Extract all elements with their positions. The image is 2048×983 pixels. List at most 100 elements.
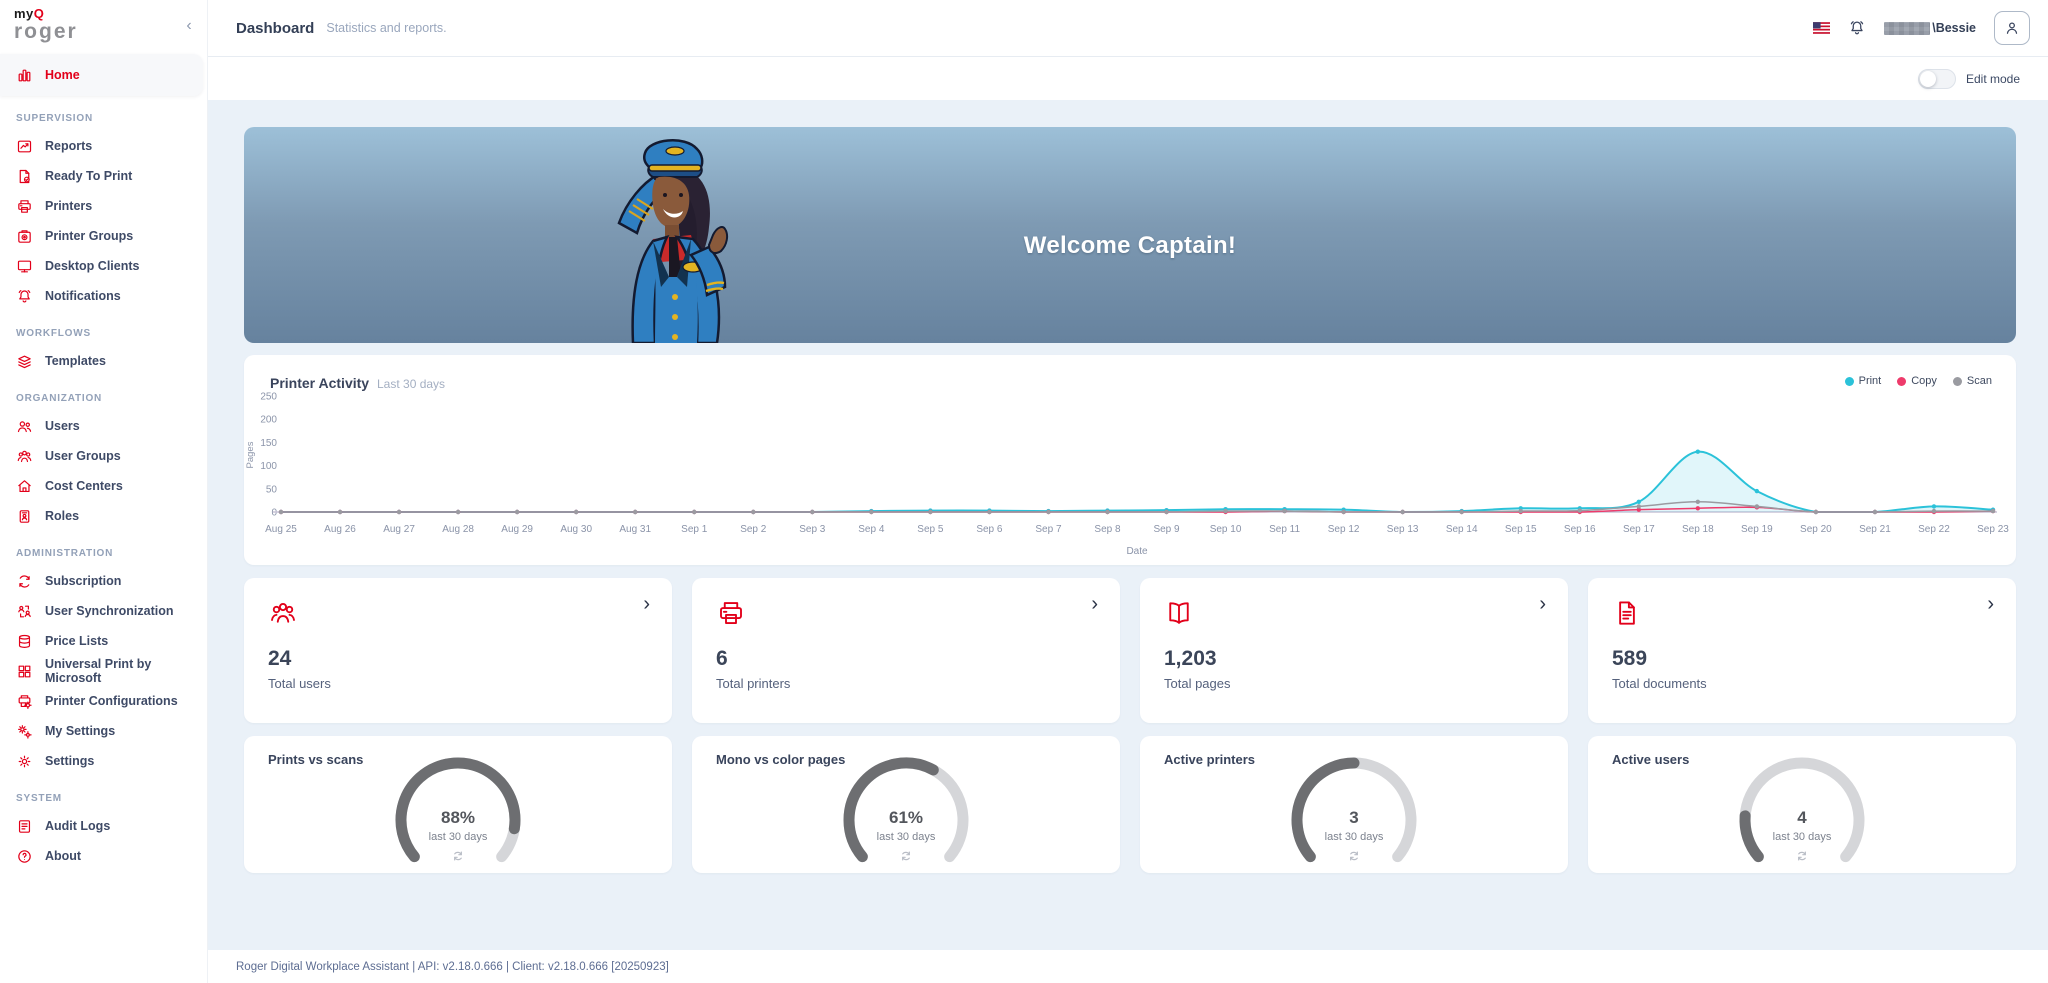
sidebar-item-user-synchronization[interactable]: User Synchronization — [0, 596, 207, 626]
svg-text:Sep 4: Sep 4 — [858, 524, 885, 535]
sidebar-item-label: Templates — [45, 354, 106, 368]
nav-section-label: SYSTEM — [0, 793, 207, 804]
stat-card-total-documents[interactable]: ›589Total documents — [1588, 578, 2016, 723]
sidebar-item-subscription[interactable]: Subscription — [0, 566, 207, 596]
users-stat-icon — [268, 615, 298, 632]
edit-mode-bar: Edit mode — [208, 57, 2048, 100]
sidebar-item-users[interactable]: Users — [0, 411, 207, 441]
edit-mode-toggle[interactable] — [1918, 69, 1956, 89]
refresh-icon[interactable] — [1795, 849, 1809, 863]
svg-text:Sep 13: Sep 13 — [1387, 524, 1419, 535]
notifications-bell-icon[interactable] — [1848, 19, 1866, 37]
svg-text:200: 200 — [260, 415, 277, 426]
edit-mode-label: Edit mode — [1966, 72, 2020, 86]
sidebar-item-cost-centers[interactable]: Cost Centers — [0, 471, 207, 501]
svg-text:Sep 10: Sep 10 — [1210, 524, 1242, 535]
svg-text:Sep 9: Sep 9 — [1153, 524, 1180, 535]
svg-text:Sep 16: Sep 16 — [1564, 524, 1596, 535]
svg-text:Sep 22: Sep 22 — [1918, 524, 1950, 535]
chevron-right-icon[interactable]: › — [643, 594, 650, 614]
sidebar-nav: HomeSUPERVISIONReportsReady To PrintPrin… — [0, 52, 207, 871]
refresh-icon[interactable] — [1347, 849, 1361, 863]
svg-text:Sep 20: Sep 20 — [1800, 524, 1832, 535]
refresh-icon[interactable] — [899, 849, 913, 863]
svg-text:Sep 1: Sep 1 — [681, 524, 708, 535]
logo-roger: roger — [14, 21, 78, 42]
svg-text:0: 0 — [271, 508, 277, 519]
svg-text:Sep 17: Sep 17 — [1623, 524, 1655, 535]
svg-text:Aug 31: Aug 31 — [619, 524, 651, 535]
stat-card-total-pages[interactable]: › 1,203 Total pages — [1140, 578, 1568, 723]
dashboard-content: Welcome Captain! Printer Activity Last 3… — [208, 100, 2048, 950]
redacted-domain — [1884, 22, 1930, 35]
log-icon — [16, 818, 33, 835]
sidebar-item-label: Home — [45, 68, 80, 82]
stat-card-total-printers[interactable]: ›6Total printers — [692, 578, 1120, 723]
refresh-icon[interactable] — [451, 849, 465, 863]
stat-card-total-users[interactable]: ›24Total users — [244, 578, 672, 723]
top-header: Dashboard Statistics and reports. \Bessi… — [208, 0, 2048, 57]
user-menu-button[interactable] — [1994, 11, 2030, 45]
sidebar-item-ready-to-print[interactable]: Ready To Print — [0, 161, 207, 191]
printer-activity-chart: 050100150200250PagesAug 25Aug 26Aug 27Au… — [244, 355, 2016, 565]
bell-icon — [16, 288, 33, 305]
sidebar-item-label: Users — [45, 419, 80, 433]
stat-label: Total pages — [1164, 676, 1544, 691]
nav-section-label: ORGANIZATION — [0, 393, 207, 404]
svg-text:250: 250 — [260, 392, 277, 403]
sidebar-item-label: Printer Groups — [45, 229, 133, 243]
stat-cards-row: ›24Total users›6Total printers›1,203Tota… — [244, 578, 2016, 723]
gauge-card-prints-vs-scans: Prints vs scans88%last 30 days — [244, 736, 672, 873]
sidebar-item-label: Audit Logs — [45, 819, 110, 833]
sidebar-item-desktop-clients[interactable]: Desktop Clients — [0, 251, 207, 281]
sidebar-item-home[interactable]: Home — [0, 54, 203, 96]
svg-text:150: 150 — [260, 438, 277, 449]
sidebar-item-printer-configurations[interactable]: Printer Configurations — [0, 686, 207, 716]
sidebar-item-templates[interactable]: Templates — [0, 346, 207, 376]
sidebar-item-settings[interactable]: Settings — [0, 746, 207, 776]
main-area: Edit mode — [208, 57, 2048, 983]
sidebar-item-reports[interactable]: Reports — [0, 131, 207, 161]
sidebar-item-printer-groups[interactable]: Printer Groups — [0, 221, 207, 251]
sidebar-item-roles[interactable]: Roles — [0, 501, 207, 531]
gauge-card-active-users: Active users4last 30 days — [1588, 736, 2016, 873]
stat-value: 1,203 — [1164, 647, 1544, 671]
sidebar-item-label: Settings — [45, 754, 94, 768]
logged-in-user: \Bessie — [1884, 21, 1976, 35]
sidebar-item-price-lists[interactable]: Price Lists — [0, 626, 207, 656]
gauge-sublabel: last 30 days — [1140, 831, 1568, 843]
sidebar-item-my-settings[interactable]: My Settings — [0, 716, 207, 746]
sidebar-item-printers[interactable]: Printers — [0, 191, 207, 221]
page-subtitle: Statistics and reports. — [326, 21, 446, 35]
svg-text:Aug 25: Aug 25 — [265, 524, 297, 535]
sidebar-collapse-button[interactable]: ‹ — [179, 16, 199, 36]
language-flag-us-icon[interactable] — [1813, 22, 1830, 34]
svg-text:Date: Date — [1126, 546, 1148, 557]
chevron-right-icon[interactable]: › — [1987, 594, 1994, 614]
refresh-icon — [16, 573, 33, 590]
chevron-right-icon[interactable]: › — [1091, 594, 1098, 614]
question-icon — [16, 848, 33, 865]
svg-text:50: 50 — [266, 484, 278, 495]
house-icon — [16, 478, 33, 495]
ready-to-print-icon — [16, 168, 33, 185]
svg-text:Aug 28: Aug 28 — [442, 524, 474, 535]
sidebar-item-notifications[interactable]: Notifications — [0, 281, 207, 311]
toggle-knob — [1920, 71, 1936, 87]
gauge-value: 61% — [692, 808, 1120, 828]
gauge-value: 3 — [1140, 808, 1568, 828]
svg-text:Sep 21: Sep 21 — [1859, 524, 1891, 535]
svg-text:Sep 5: Sep 5 — [917, 524, 944, 535]
sidebar-item-label: User Synchronization — [45, 604, 174, 618]
svg-text:Sep 11: Sep 11 — [1269, 524, 1300, 535]
sidebar-item-user-groups[interactable]: User Groups — [0, 441, 207, 471]
sidebar-item-universal-print[interactable]: Universal Print by Microsoft — [0, 656, 207, 686]
sidebar-item-label: My Settings — [45, 724, 115, 738]
sidebar-item-about[interactable]: About — [0, 841, 207, 871]
sidebar-item-audit-logs[interactable]: Audit Logs — [0, 811, 207, 841]
svg-text:Sep 8: Sep 8 — [1094, 524, 1121, 535]
chevron-right-icon[interactable]: › — [1539, 594, 1546, 614]
sidebar-item-label: Subscription — [45, 574, 121, 588]
svg-text:Pages: Pages — [245, 441, 256, 468]
stat-label: Total users — [268, 676, 648, 691]
